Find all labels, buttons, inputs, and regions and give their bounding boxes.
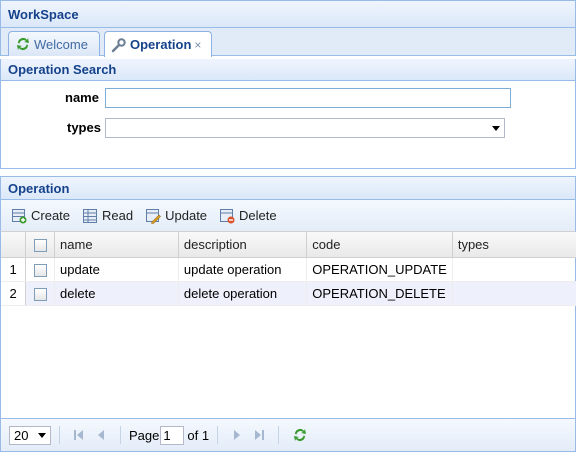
column-header-code[interactable]: code bbox=[306, 232, 453, 258]
prev-page-icon[interactable] bbox=[95, 429, 107, 441]
name-input[interactable] bbox=[105, 88, 511, 108]
refresh-icon[interactable] bbox=[292, 427, 308, 443]
name-label: name bbox=[65, 90, 99, 105]
refresh-icon bbox=[15, 36, 31, 52]
row-number: 1 bbox=[1, 257, 27, 282]
select-all-checkbox[interactable] bbox=[25, 232, 56, 258]
tab-welcome[interactable]: Welcome bbox=[8, 31, 100, 56]
pager-separator bbox=[278, 426, 280, 444]
read-button[interactable]: Read bbox=[82, 208, 133, 224]
update-button-label: Update bbox=[165, 208, 208, 223]
cell-code: OPERATION_DELETE bbox=[306, 281, 453, 306]
delete-button[interactable]: Delete bbox=[219, 208, 277, 224]
cell-name: delete bbox=[54, 281, 179, 306]
next-page-icon[interactable] bbox=[231, 429, 243, 441]
wrench-icon bbox=[111, 37, 127, 53]
column-header-types[interactable]: types bbox=[452, 232, 576, 258]
row-number: 2 bbox=[1, 281, 27, 306]
cell-types bbox=[452, 281, 576, 306]
first-page-icon[interactable] bbox=[73, 429, 85, 441]
search-panel-title: Operation Search bbox=[8, 62, 117, 77]
column-header-description[interactable]: description bbox=[178, 232, 308, 258]
update-icon bbox=[146, 208, 162, 224]
column-header-name[interactable]: name bbox=[54, 232, 179, 258]
cell-description: update operation bbox=[178, 257, 308, 282]
pager-separator bbox=[120, 426, 121, 444]
rownum-header bbox=[1, 232, 27, 258]
create-icon bbox=[12, 208, 27, 223]
types-select[interactable] bbox=[105, 118, 505, 138]
table-row[interactable]: 2 delete delete operation OPERATION_DELE… bbox=[1, 281, 576, 306]
operation-grid: name description code types 1 update upd… bbox=[0, 232, 576, 418]
close-icon[interactable]: × bbox=[194, 38, 201, 52]
cell-name: update bbox=[54, 257, 179, 282]
page-size-select[interactable]: 20 bbox=[9, 425, 51, 445]
types-label: types bbox=[67, 120, 101, 135]
delete-icon bbox=[220, 208, 235, 223]
tab-operation-label: Operation bbox=[130, 37, 192, 52]
page-size-value: 20 bbox=[14, 427, 29, 443]
page-label: Page bbox=[129, 427, 160, 443]
tab-operation[interactable]: Operation × bbox=[104, 31, 212, 57]
grid-header-row: name description code types bbox=[1, 232, 576, 258]
cell-description: delete operation bbox=[178, 281, 308, 306]
read-button-label: Read bbox=[102, 208, 134, 223]
chevron-down-icon bbox=[38, 432, 46, 438]
operation-panel-title: Operation bbox=[8, 180, 70, 196]
page-number-input[interactable]: 1 bbox=[160, 425, 185, 445]
last-page-icon[interactable] bbox=[253, 429, 265, 441]
delete-button-label: Delete bbox=[239, 208, 277, 223]
tab-bar: Welcome Operation × bbox=[0, 28, 576, 57]
create-button-label: Create bbox=[31, 208, 71, 223]
pagination-bar: 20 Page 1 of 1 bbox=[0, 418, 576, 452]
grid-toolbar: Create Read Update Delete bbox=[0, 200, 576, 232]
row-checkbox[interactable] bbox=[25, 281, 56, 306]
operation-panel-header: Operation bbox=[0, 176, 576, 200]
chevron-down-icon[interactable] bbox=[492, 126, 500, 131]
read-icon bbox=[83, 208, 98, 223]
row-checkbox[interactable] bbox=[25, 257, 56, 282]
cell-types bbox=[452, 257, 576, 282]
table-row[interactable]: 1 update update operation OPERATION_UPDA… bbox=[1, 257, 576, 282]
update-button[interactable]: Update bbox=[145, 208, 207, 224]
pager-separator bbox=[217, 426, 219, 444]
search-panel: name types bbox=[0, 81, 576, 169]
workspace-header: WorkSpace bbox=[0, 0, 576, 28]
cell-code: OPERATION_UPDATE bbox=[306, 257, 453, 282]
page-count-label: of 1 bbox=[187, 427, 210, 443]
pager-separator bbox=[59, 426, 60, 444]
search-panel-header: Operation Search bbox=[0, 59, 576, 81]
tab-welcome-label: Welcome bbox=[34, 36, 88, 52]
workspace-title: WorkSpace bbox=[8, 6, 79, 22]
create-button[interactable]: Create bbox=[11, 208, 70, 224]
